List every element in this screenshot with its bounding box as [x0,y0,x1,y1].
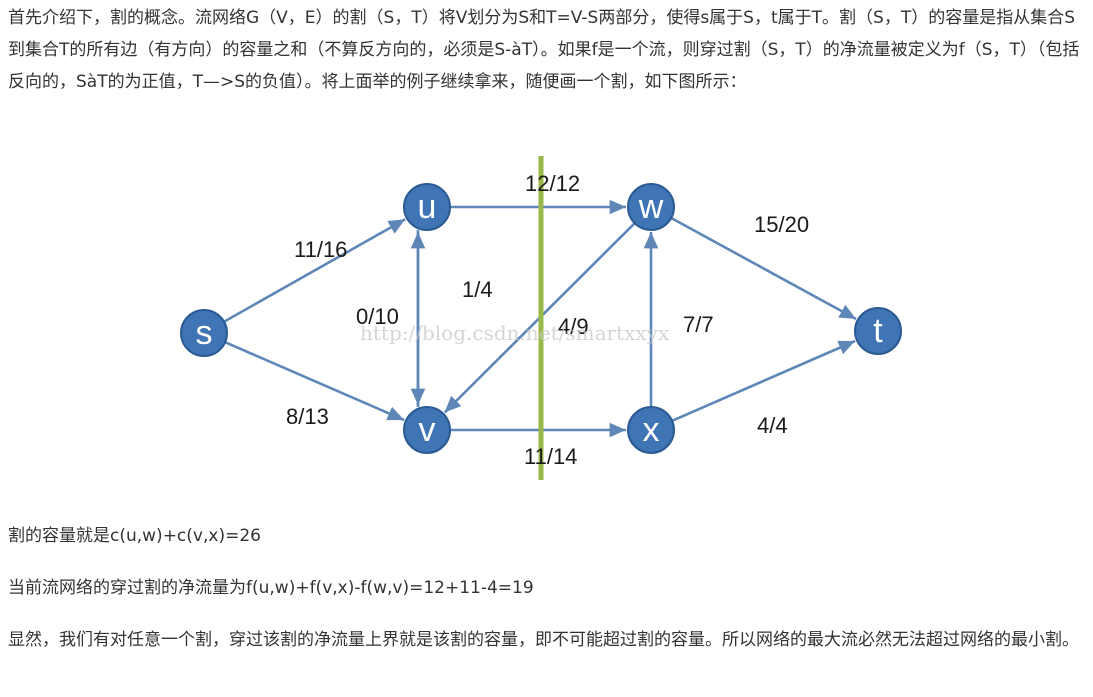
flow-network-diagram: 11/168/1312/121/40/10 4/911/147/715/204/4… [180,156,902,480]
node-t: t [854,307,902,355]
edge-label-v-u: 1/4 [462,277,493,302]
node-label-x: x [643,411,660,449]
node-x: x [627,406,675,454]
node-label-u: u [418,188,437,226]
node-label-s: s [196,314,213,352]
net-flow-paragraph: 当前流网络的穿过割的净流量为f(u,w)+f(v,x)-f(w,v)=12+11… [8,578,534,598]
node-label-v: v [419,411,436,449]
edge-label-s-v: 8/13 [286,404,329,429]
node-u: u [403,183,451,231]
node-label-w: w [638,188,664,226]
cut-capacity-paragraph: 割的容量就是c(u,w)+c(v,x)=26 [8,526,261,546]
node-v: v [403,406,451,454]
edge-labels-layer: 11/168/1312/121/40/10 4/911/147/715/204/4 [286,171,809,469]
node-s: s [180,309,228,357]
edge-label-x-w: 7/7 [683,312,714,337]
intro-paragraph: 首先介绍下，割的概念。流网络G（V，E）的割（S，T）将V划分为S和T=V-S两… [8,8,1080,92]
flow-network-figure: 11/16 8/13 12/12 1/4 0/10 4/9 11/14 7/7 15/20 4/4… [160,150,920,490]
edge-label-x-t: 4/4 [757,413,788,438]
conclusion-paragraph: 显然，我们有对任意一个割，穿过该割的净流量上界就是该割的容量，即不可能超过割的容… [8,630,1079,650]
node-w: w [627,183,675,231]
node-label-t: t [873,312,883,350]
watermark: http://blog.csdn.net/smartxxyx [360,321,670,345]
edge-x-t [671,339,856,422]
edge-label-s-u: 11/16 [294,237,347,262]
edge-label-v-x: 11/14 [524,444,577,469]
edge-label-w-t: 15/20 [754,212,809,237]
edge-label-u-w: 12/12 [525,171,580,196]
